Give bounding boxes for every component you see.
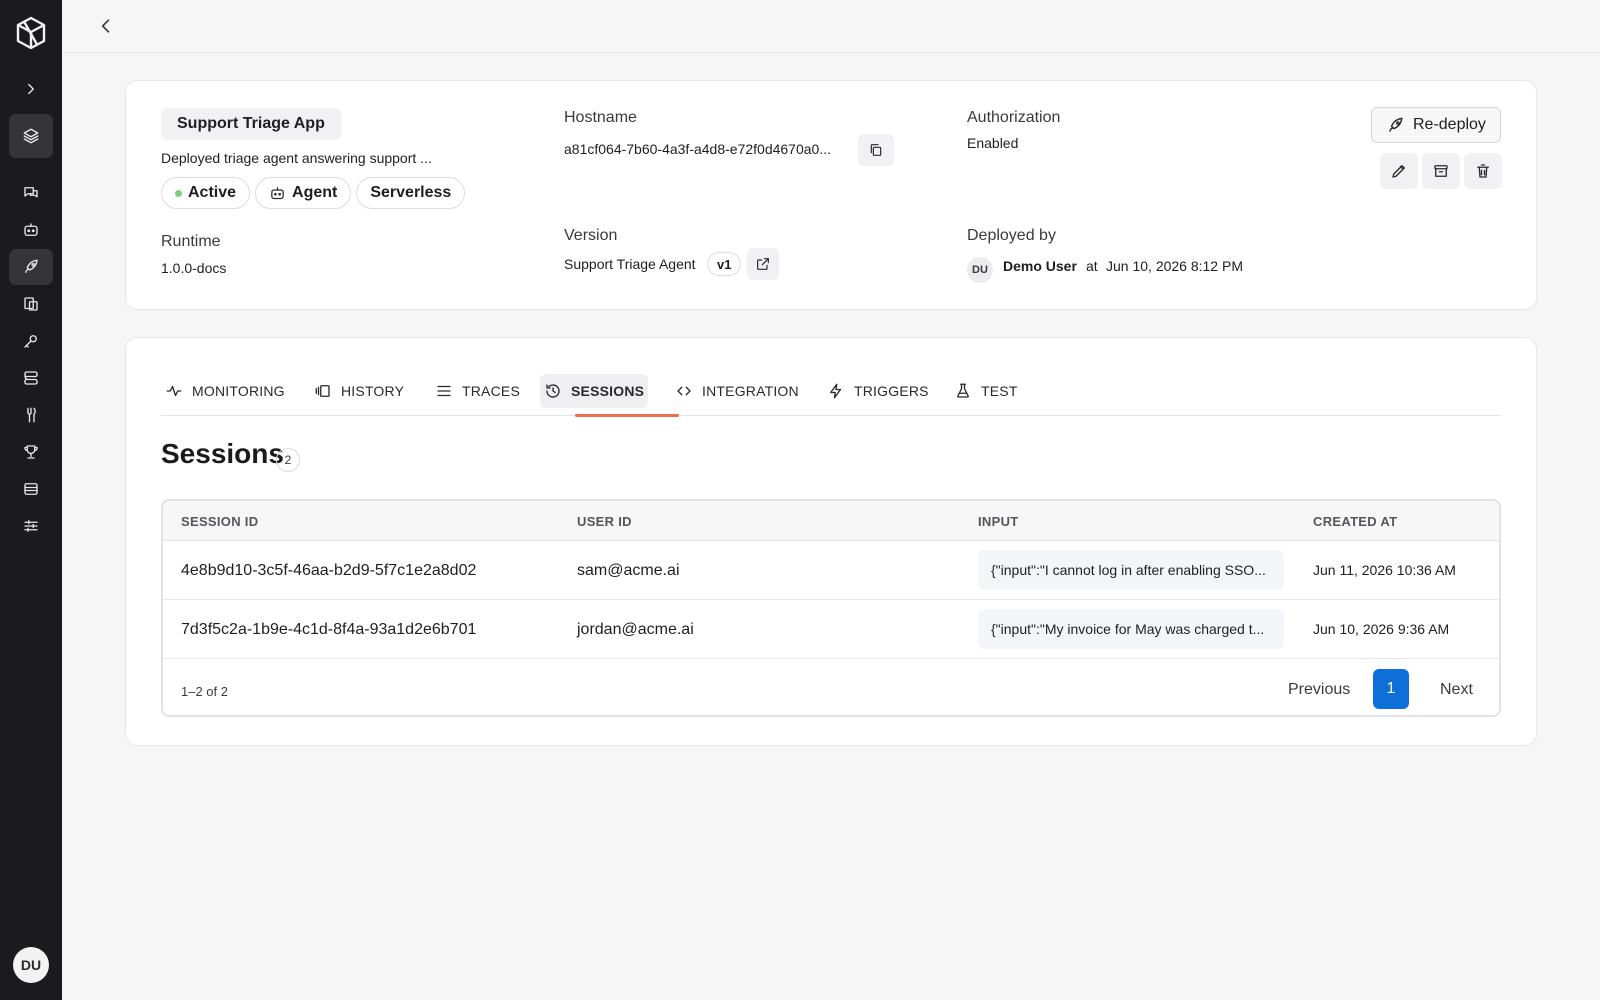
- tab-history[interactable]: HISTORY: [310, 374, 408, 408]
- top-bar: [62, 0, 1600, 53]
- hostname-label: Hostname: [564, 109, 637, 126]
- deployer-name: Demo User: [1003, 258, 1077, 274]
- status-badge-label: Active: [188, 184, 237, 201]
- activity-icon: [166, 385, 182, 397]
- tab-test-label: TEST: [981, 383, 1018, 399]
- badge-group: Active Agent Serverless: [161, 177, 466, 209]
- tools-icon[interactable]: [9, 397, 53, 433]
- sidebar: DU: [0, 0, 62, 1000]
- lightning-icon: [830, 383, 842, 399]
- created-at-cell: Jun 10, 2026 9:36 AM: [1313, 621, 1450, 637]
- runtime-label: Runtime: [161, 233, 221, 250]
- chat-icon[interactable]: [9, 175, 53, 211]
- user-avatar[interactable]: DU: [13, 947, 49, 983]
- user-id-cell: jordan@acme.ai: [577, 621, 694, 638]
- chevron-left-icon[interactable]: [92, 12, 120, 40]
- pagination-range: 1–2 of 2: [181, 684, 228, 699]
- tab-traces-label: TRACES: [462, 383, 520, 399]
- code-icon: [677, 386, 691, 396]
- version-label: Version: [564, 227, 618, 244]
- database-icon[interactable]: [9, 360, 53, 396]
- tab-triggers[interactable]: TRIGGERS: [823, 374, 933, 408]
- deployed-at-word: at: [1086, 258, 1098, 274]
- tab-sessions[interactable]: SESSIONS: [540, 374, 649, 408]
- created-at-cell: Jun 11, 2026 10:36 AM: [1313, 562, 1456, 578]
- sessions-table: SESSION ID USER ID INPUT CREATED AT 4e8b…: [161, 499, 1501, 717]
- tab-integration[interactable]: INTEGRATION: [671, 374, 803, 408]
- column-header-created-at[interactable]: CREATED AT: [1313, 514, 1397, 529]
- agent-icon: [271, 186, 284, 199]
- expand-chevron-icon[interactable]: [9, 71, 53, 107]
- clock-history-icon: [546, 384, 560, 398]
- tab-test[interactable]: TEST: [950, 374, 1022, 408]
- brand-logo[interactable]: [15, 16, 47, 50]
- archive-icon[interactable]: [1422, 153, 1460, 189]
- copy-icon[interactable]: [858, 134, 894, 166]
- active-tab-indicator: [575, 414, 679, 417]
- edit-icon[interactable]: [1380, 153, 1418, 189]
- deployed-by-label: Deployed by: [967, 227, 1056, 244]
- list-icon: [437, 385, 451, 397]
- hostname-value: a81cf064-7b60-4a3f-a4d8-e72f0d4670a0...: [564, 141, 831, 157]
- documents-icon[interactable]: [9, 286, 53, 322]
- tab-sessions-label: SESSIONS: [571, 383, 645, 399]
- tab-monitoring-label: MONITORING: [192, 383, 285, 399]
- runtime-value: 1.0.0-docs: [161, 260, 227, 276]
- agent-icon[interactable]: [9, 212, 53, 248]
- sessions-title: Sessions: [161, 438, 284, 469]
- next-page-button[interactable]: Next: [1440, 681, 1473, 699]
- tab-bar: MONITORING HISTORY TRACES SESSIONS INTEG…: [161, 368, 1501, 417]
- page-1-button[interactable]: 1: [1373, 669, 1409, 709]
- column-header-session-id[interactable]: SESSION ID: [181, 514, 258, 529]
- app-name: Support Triage App: [161, 108, 341, 140]
- table-row[interactable]: 7d3f5c2a-1b9e-4c1d-8f4a-93a1d2e6b701 jor…: [163, 600, 1499, 659]
- session-id-cell[interactable]: 4e8b9d10-3c5f-46aa-b2d9-5f7c1e2a8d02: [181, 562, 476, 580]
- version-badge: v1: [707, 252, 742, 276]
- authorization-label: Authorization: [967, 109, 1061, 126]
- rocket-icon[interactable]: [9, 249, 53, 285]
- type-badge-label: Agent: [292, 184, 338, 201]
- flask-icon: [957, 383, 969, 398]
- sessions-card: MONITORING HISTORY TRACES SESSIONS INTEG…: [125, 337, 1537, 746]
- input-cell[interactable]: {"input":"I cannot log in after enabling…: [978, 550, 1284, 590]
- column-header-user-id[interactable]: USER ID: [577, 514, 632, 529]
- key-icon[interactable]: [9, 323, 53, 359]
- deployment-details-card: Support Triage App Deployed triage agent…: [125, 80, 1537, 310]
- column-header-input[interactable]: INPUT: [978, 514, 1019, 529]
- rocket-icon: [1389, 117, 1403, 132]
- table-icon[interactable]: [9, 471, 53, 507]
- sessions-count-badge: 2: [276, 448, 300, 472]
- tab-traces[interactable]: TRACES: [431, 374, 524, 408]
- trophy-icon[interactable]: [9, 434, 53, 470]
- redeploy-button[interactable]: Re-deploy: [1371, 107, 1501, 143]
- deployer-avatar: DU: [967, 257, 993, 283]
- mode-badge: Serverless: [356, 177, 466, 209]
- trash-icon[interactable]: [1464, 153, 1502, 189]
- version-value: Support Triage Agent: [564, 256, 696, 272]
- external-link-icon[interactable]: [747, 248, 779, 280]
- app-description: Deployed triage agent answering support …: [161, 150, 432, 166]
- input-cell[interactable]: {"input":"My invoice for May was charged…: [978, 609, 1284, 649]
- tab-monitoring[interactable]: MONITORING: [161, 374, 289, 408]
- user-id-cell: sam@acme.ai: [577, 562, 680, 579]
- table-row[interactable]: 4e8b9d10-3c5f-46aa-b2d9-5f7c1e2a8d02 sam…: [163, 541, 1499, 600]
- history-icon: [315, 385, 330, 397]
- mode-badge-label: Serverless: [370, 184, 452, 201]
- sliders-icon[interactable]: [9, 508, 53, 544]
- tab-integration-label: INTEGRATION: [702, 383, 799, 399]
- deployed-at-value: Jun 10, 2026 8:12 PM: [1106, 258, 1243, 274]
- redeploy-label: Re-deploy: [1413, 116, 1486, 133]
- layers-icon[interactable]: [9, 114, 53, 158]
- type-badge: Agent: [255, 177, 352, 209]
- previous-page-button[interactable]: Previous: [1288, 681, 1350, 699]
- status-badge: Active: [161, 177, 251, 209]
- table-header: SESSION ID USER ID INPUT CREATED AT: [163, 501, 1499, 541]
- session-id-cell[interactable]: 7d3f5c2a-1b9e-4c1d-8f4a-93a1d2e6b701: [181, 621, 476, 639]
- tab-triggers-label: TRIGGERS: [854, 383, 929, 399]
- authorization-value: Enabled: [967, 135, 1019, 151]
- status-dot-icon: [175, 189, 182, 197]
- tab-history-label: HISTORY: [341, 383, 405, 399]
